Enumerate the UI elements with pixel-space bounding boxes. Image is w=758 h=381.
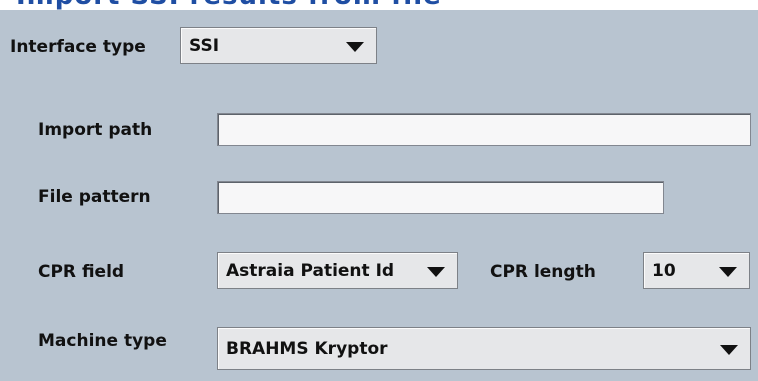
file-pattern-label: File pattern [38,187,151,207]
dropdown-arrow-icon [346,41,364,52]
import-path-field[interactable] [217,113,751,146]
cpr-field-label: CPR field [38,262,125,282]
machine-type-value: BRAHMS Kryptor [226,338,388,359]
page-title: Import SSI results from file [16,0,442,10]
machine-type-dropdown[interactable]: BRAHMS Kryptor [217,327,751,370]
interface-type-label: Interface type [10,37,146,57]
dropdown-arrow-icon [719,266,737,277]
cpr-field-value: Astraia Patient Id [226,260,395,281]
interface-type-dropdown[interactable]: SSI [180,27,377,64]
file-pattern-field[interactable] [217,181,664,214]
interface-type-value: SSI [189,35,220,56]
dropdown-arrow-icon [427,266,445,277]
cpr-length-value: 10 [652,260,676,281]
import-path-label: Import path [38,120,153,140]
cpr-length-dropdown[interactable]: 10 [643,252,750,289]
cpr-field-dropdown[interactable]: Astraia Patient Id [217,252,458,289]
file-pattern-input[interactable] [218,182,663,213]
import-path-input[interactable] [218,114,750,145]
machine-type-label: Machine type [38,331,167,351]
header-title-strip: Import SSI results from file [0,0,758,10]
dropdown-arrow-icon [720,344,738,355]
cpr-length-label: CPR length [490,262,596,282]
